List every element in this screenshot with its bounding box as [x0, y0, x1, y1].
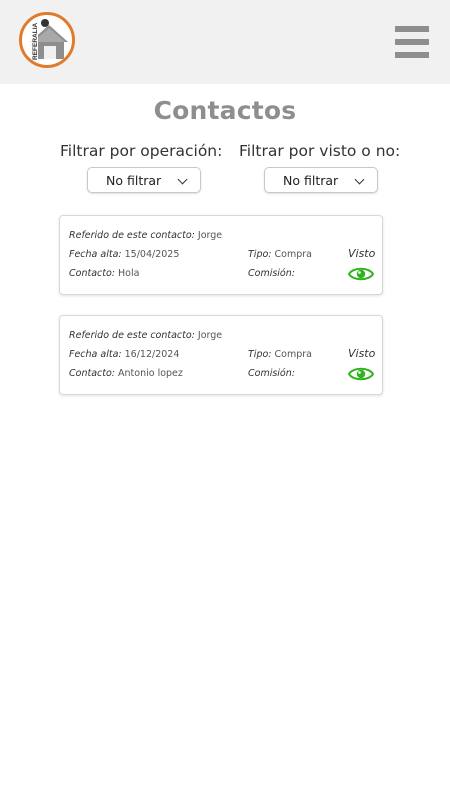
date-row: Fecha alta: 15/04/2025 [69, 249, 180, 260]
chevron-down-icon [177, 174, 188, 185]
contact-value: Hola [118, 268, 140, 279]
referred-row: Referido de este contacto: Jorge [69, 230, 223, 241]
filter-operation-label: Filtrar por operación: [60, 142, 223, 160]
type-row: Tipo: Compra [248, 249, 312, 260]
filter-seen-select[interactable]: No filtrar [264, 167, 378, 193]
page-title: Contactos [153, 96, 297, 125]
contact-row: Contacto: Hola [69, 268, 140, 279]
commission-row: Comisión: [248, 368, 295, 379]
referred-value: Jorge [197, 330, 223, 341]
referred-value: Jorge [197, 230, 223, 241]
hamburger-menu-icon[interactable] [395, 26, 429, 60]
contact-row: Contacto: Antonio lopez [69, 368, 183, 379]
referred-row: Referido de este contacto: Jorge [69, 330, 223, 341]
date-value: 15/04/2025 [124, 249, 180, 260]
eye-icon[interactable] [348, 265, 374, 283]
filter-seen-value: No filtrar [283, 172, 339, 188]
eye-icon[interactable] [348, 365, 374, 383]
type-value: Compra [274, 349, 312, 360]
filter-operation-value: No filtrar [106, 172, 162, 188]
top-bar: REFERALIA [0, 0, 450, 84]
contact-card[interactable]: Referido de este contacto: Jorge Fecha a… [59, 315, 383, 395]
contact-value: Antonio lopez [118, 368, 183, 379]
filter-operation-select[interactable]: No filtrar [87, 167, 201, 193]
type-row: Tipo: Compra [248, 349, 312, 360]
seen-status: Visto [348, 247, 376, 260]
date-value: 16/12/2024 [124, 349, 180, 360]
commission-row: Comisión: [248, 268, 295, 279]
app-logo[interactable]: REFERALIA [19, 12, 75, 68]
seen-status: Visto [348, 347, 376, 360]
filter-seen-label: Filtrar por visto o no: [239, 142, 401, 160]
logo-text: REFERALIA [32, 23, 39, 61]
contact-card[interactable]: Referido de este contacto: Jorge Fecha a… [59, 215, 383, 295]
chevron-down-icon [354, 174, 365, 185]
type-value: Compra [274, 249, 312, 260]
date-row: Fecha alta: 16/12/2024 [69, 349, 180, 360]
